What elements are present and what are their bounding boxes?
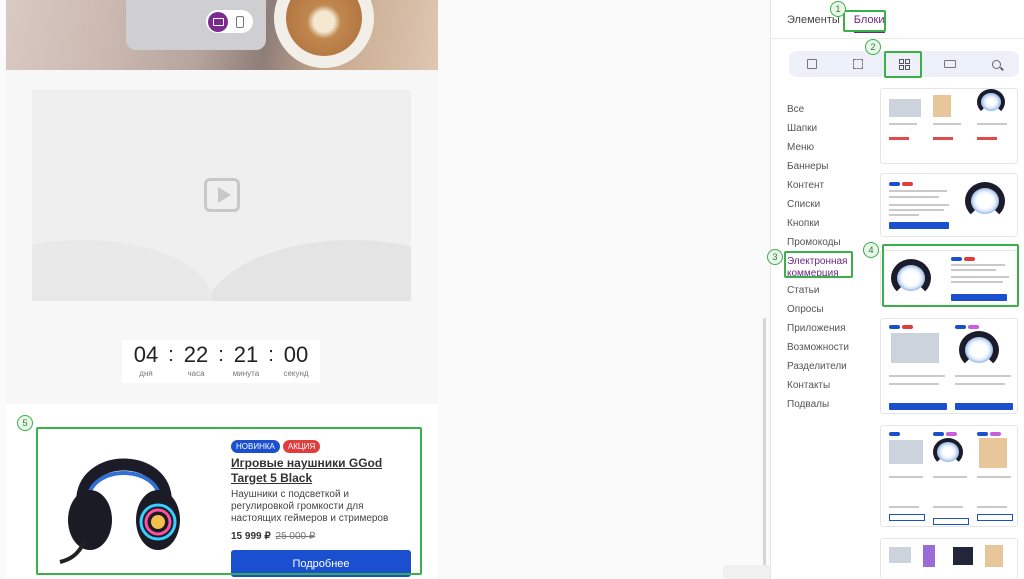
category-item[interactable]: Контакты [787,380,853,399]
add-block-icon[interactable] [852,58,864,70]
category-item[interactable]: Приложения [787,323,853,342]
mobile-icon[interactable] [236,15,244,28]
countdown-separator: : [168,344,174,366]
highlight-thumbnail [882,244,1019,307]
desktop-icon [212,17,224,26]
category-item[interactable]: Разделители [787,361,853,380]
section-icon[interactable] [806,58,818,70]
countdown-timer[interactable]: 04 дня : 22 часа : 21 минута : 00 секунд [122,340,320,383]
annotation-marker: 3 [767,249,783,265]
countdown-minutes: 21 минута [228,340,264,383]
countdown-label: секунд [283,369,309,378]
category-item[interactable]: Все [787,104,853,123]
category-item[interactable]: Списки [787,199,853,218]
desktop-view-button[interactable] [208,11,228,32]
block-thumbnail[interactable] [880,88,1018,164]
category-item[interactable]: Баннеры [787,161,853,180]
hero-image[interactable] [6,0,438,70]
annotation-marker: 5 [17,415,33,431]
countdown-seconds: 00 секунд [278,340,314,383]
block-thumbnail[interactable] [880,425,1018,527]
tab-elements[interactable]: Элементы [787,14,840,33]
category-item[interactable]: Меню [787,142,853,161]
layout-icon[interactable] [944,58,956,70]
category-item[interactable]: Контент [787,180,853,199]
search-icon[interactable] [990,58,1002,70]
countdown-value: 00 [283,342,309,367]
device-switch[interactable] [206,10,253,33]
highlight-category [784,251,853,278]
countdown-value: 04 [133,342,159,367]
block-thumbnail[interactable] [880,538,1018,579]
countdown-label: дня [139,369,153,378]
play-icon[interactable] [204,178,240,212]
block-thumbnail[interactable] [880,318,1018,414]
annotation-marker: 2 [865,39,881,55]
category-item[interactable]: Подвалы [787,399,853,418]
video-placeholder-shape [202,240,411,301]
countdown-days: 04 дня [128,340,164,383]
countdown-value: 21 [233,342,259,367]
block-thumbnail[interactable] [880,173,1018,237]
category-item[interactable]: Статьи [787,285,853,304]
countdown-hours: 22 часа [178,340,214,383]
divider [771,38,1024,39]
video-placeholder-shape [32,240,212,301]
category-item[interactable]: Шапки [787,123,853,142]
annotation-marker: 4 [863,242,879,258]
category-item[interactable]: Опросы [787,304,853,323]
highlight-grid-tool [884,51,922,78]
category-item[interactable]: Кнопки [787,218,853,237]
canvas-scrollbar[interactable] [763,318,766,579]
countdown-separator: : [268,344,274,366]
countdown-label: минута [232,369,260,378]
countdown-value: 22 [183,342,209,367]
countdown-label: часа [187,369,205,378]
annotation-marker: 1 [830,1,846,17]
highlight-product-block [36,427,422,575]
countdown-separator: : [218,344,224,366]
category-item[interactable]: Возможности [787,342,853,361]
highlight-blocks-tab [843,10,886,32]
